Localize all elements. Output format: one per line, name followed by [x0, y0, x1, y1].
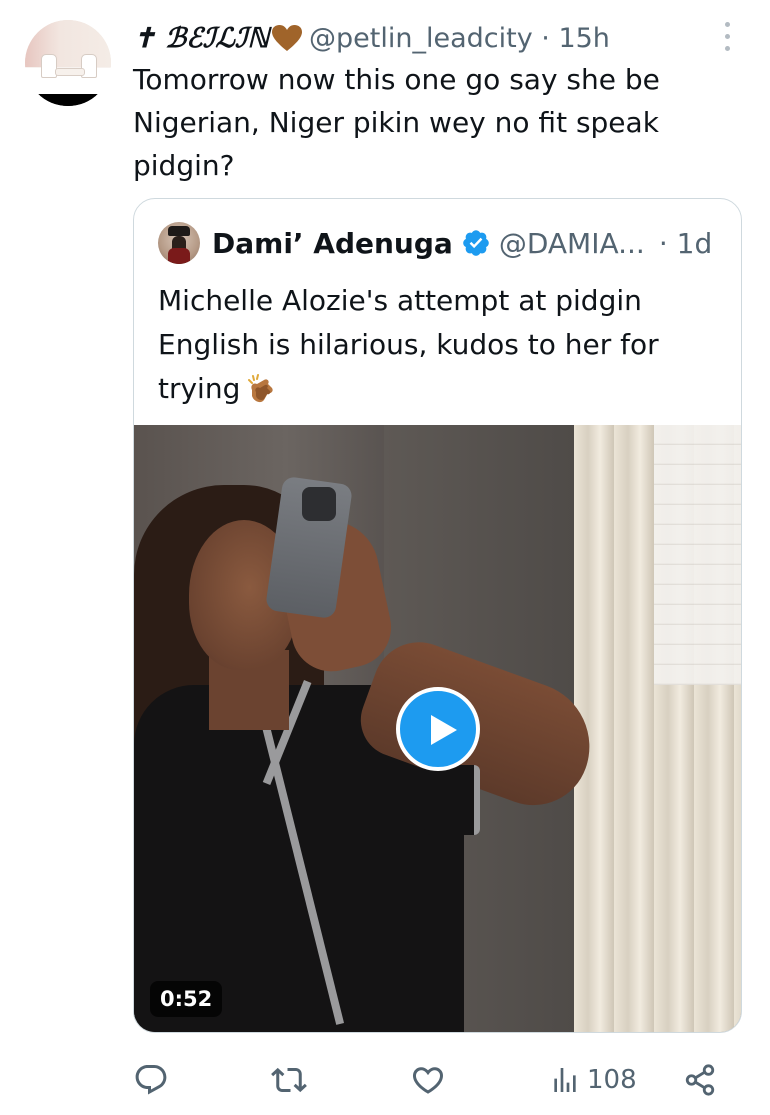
- quoted-tweet-header: Dami’ Adenuga @DAMIA... · 1d: [212, 221, 712, 265]
- tweet[interactable]: ✝ ℬℰℐℒℐℕ @petlin_leadcity · 15h Tomorrow…: [0, 0, 770, 1115]
- verified-badge-icon: [461, 228, 491, 258]
- video-thumbnail[interactable]: 0:52: [134, 425, 741, 1032]
- quoted-author-name[interactable]: Dami’ Adenuga: [212, 227, 453, 260]
- quoted-author-avatar[interactable]: [158, 222, 200, 264]
- quoted-tweet-time[interactable]: · 1d: [659, 227, 712, 260]
- views-button[interactable]: 108: [549, 1058, 637, 1102]
- quoted-tweet-text-content: Michelle Alozie's attempt at pidgin Engl…: [158, 284, 659, 405]
- views-chart-icon: [554, 1068, 576, 1092]
- author-handle-time[interactable]: @petlin_leadcity · 15h: [309, 23, 610, 54]
- tweet-text: Tomorrow now this one go say she be Nige…: [133, 63, 660, 182]
- video-duration: 0:52: [150, 981, 223, 1017]
- clapping-hands-icon: [244, 372, 278, 406]
- share-button[interactable]: [683, 1058, 717, 1102]
- retweet-button[interactable]: [271, 1058, 307, 1102]
- brown-heart-icon: [271, 24, 303, 52]
- play-icon: [431, 715, 457, 745]
- author-display-name[interactable]: ✝ ℬℰℐℒℐℕ: [133, 23, 269, 54]
- tweet-header: ✝ ℬℰℐℒℐℕ @petlin_leadcity · 15h: [133, 18, 610, 58]
- views-count: 108: [587, 1065, 637, 1095]
- quoted-tweet-text: Michelle Alozie's attempt at pidgin Engl…: [158, 279, 718, 411]
- retweet-icon: [271, 1067, 307, 1093]
- more-vertical-icon[interactable]: [722, 22, 732, 56]
- heart-icon: [412, 1067, 444, 1094]
- play-button[interactable]: [396, 687, 480, 771]
- share-icon: [685, 1064, 715, 1096]
- reply-icon: [135, 1065, 167, 1095]
- quoted-tweet[interactable]: Dami’ Adenuga @DAMIA... · 1d Michelle Al…: [133, 198, 742, 1033]
- author-avatar[interactable]: [25, 20, 111, 106]
- tweet-action-bar: 108: [133, 1058, 733, 1102]
- quoted-author-handle[interactable]: @DAMIA...: [499, 227, 645, 260]
- reply-button[interactable]: [133, 1058, 169, 1102]
- like-button[interactable]: [410, 1058, 446, 1102]
